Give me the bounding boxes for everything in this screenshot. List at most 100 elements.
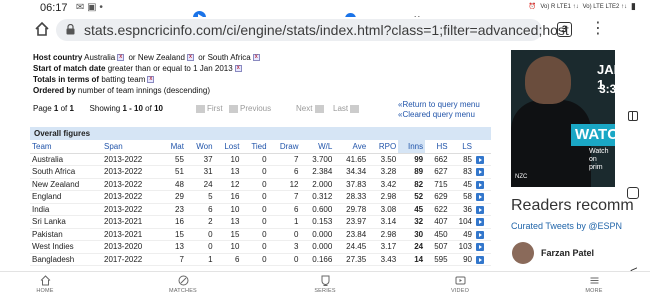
table-cell-team[interactable]: Bangladesh — [30, 253, 102, 266]
first-page-button[interactable]: First — [196, 104, 223, 113]
table-cell-team[interactable]: New Zealand — [30, 178, 102, 191]
table-cell-draw: 6 — [268, 165, 301, 179]
alarm-icon: ⏰ — [528, 4, 537, 10]
table-row: England 2013-2022 29 5 16 0 7 0.312 28.33 2.98 52 6… — [30, 190, 491, 204]
column-header-won[interactable]: Won — [185, 140, 215, 154]
row-detail-button[interactable] — [474, 203, 491, 216]
column-header-team[interactable]: Team — [30, 140, 102, 154]
table-cell-draw: 6 — [268, 203, 301, 216]
table-cell-team[interactable]: Pakistan — [30, 228, 102, 241]
cleared-query-link[interactable]: Cleared query menu — [398, 110, 480, 120]
criteria-row: Host country Australia x or New Zealand x … — [33, 53, 260, 62]
column-header-span[interactable]: Span — [102, 140, 162, 154]
return-to-query-link[interactable]: Return to query menu — [398, 100, 479, 110]
row-detail-button[interactable] — [474, 253, 491, 266]
row-detail-button[interactable] — [474, 240, 491, 254]
table-cell-hs: 407 — [425, 215, 450, 229]
tweet-author[interactable]: Farzan Patel — [541, 248, 594, 258]
readers-heading: Readers recomm — [511, 197, 634, 214]
ad-time: 3:3 — [599, 82, 615, 96]
table-cell-mat: 48 — [161, 178, 186, 191]
table-cell-rpo: 3.14 — [368, 215, 399, 229]
table-cell-mat: 55 — [161, 153, 186, 166]
column-header-mat[interactable]: Mat — [161, 140, 186, 154]
table-cell-hs: 715 — [425, 178, 450, 191]
row-detail-button[interactable] — [474, 178, 491, 191]
table-cell-won: 2 — [185, 215, 215, 229]
table-cell-rpo: 3.50 — [368, 153, 399, 166]
table-row: India 2013-2022 23 6 10 0 6 0.600 29.78 3.08 45 622… — [30, 203, 491, 216]
table-cell-span: 2013-2021 — [102, 215, 162, 229]
table-cell-ave: 27.35 — [334, 253, 369, 266]
remove-criteria-icon[interactable]: x — [252, 54, 260, 62]
nav-item-more[interactable]: MORE — [569, 275, 619, 294]
row-detail-button[interactable] — [474, 165, 491, 179]
table-row: South Africa 2013-2022 51 31 13 0 6 2.384 34.34 3… — [30, 165, 491, 179]
table-cell-team[interactable]: Sri Lanka — [30, 215, 102, 229]
series-icon — [321, 275, 329, 286]
table-cell-w-l: 0.000 — [300, 228, 335, 241]
remove-criteria-icon[interactable]: x — [186, 54, 194, 62]
column-header-ave[interactable]: Ave — [334, 140, 369, 154]
table-cell-mat: 15 — [161, 228, 186, 241]
tab-switcher-button[interactable]: 3 — [557, 22, 572, 37]
row-detail-button[interactable] — [474, 228, 491, 241]
previous-page-button[interactable]: Previous — [229, 104, 271, 113]
table-cell-inns: 24 — [398, 240, 426, 254]
table-cell-ave: 23.97 — [334, 215, 369, 229]
column-header-ls[interactable]: LS — [449, 140, 474, 154]
home-icon[interactable] — [34, 21, 50, 37]
table-cell-tied: 0 — [241, 203, 269, 216]
row-detail-button[interactable] — [474, 190, 491, 204]
row-detail-button[interactable] — [474, 215, 491, 229]
table-cell-won: 31 — [185, 165, 215, 179]
table-cell-ave: 23.84 — [334, 228, 369, 241]
table-cell-inns: 30 — [398, 228, 426, 241]
curated-tweets-link[interactable]: Curated Tweets by @ESPN — [511, 221, 622, 231]
column-header-rpo[interactable]: RPO — [368, 140, 399, 154]
table-cell-ave: 34.34 — [334, 165, 369, 179]
ad-prime-text: Watch on prim — [589, 148, 609, 171]
stats-table: Team Span Mat Won Lost Tied Draw W/L Ave RPO Inns H… — [30, 140, 491, 266]
advertisement[interactable]: JAN 1 3:3 WATC Watch on prim NZC — [511, 50, 615, 187]
column-header-tied[interactable]: Tied — [241, 140, 269, 154]
url-text: stats.espncricinfo.com/ci/engine/stats/i… — [84, 22, 569, 38]
table-cell-draw: 0 — [268, 253, 301, 266]
column-header-w-l[interactable]: W/L — [300, 140, 335, 154]
arrow-right-icon — [476, 168, 484, 177]
avatar[interactable] — [512, 242, 534, 264]
column-header-inns[interactable]: Inns — [398, 140, 426, 154]
next-page-button[interactable]: Next — [296, 104, 326, 113]
first-page-icon — [196, 104, 205, 113]
row-detail-button[interactable] — [474, 153, 491, 166]
table-cell-team[interactable]: Australia — [30, 153, 102, 166]
address-bar[interactable]: stats.espncricinfo.com/ci/engine/stats/i… — [56, 19, 569, 41]
table-cell-won: 37 — [185, 153, 215, 166]
arrow-right-icon — [476, 155, 484, 164]
remove-criteria-icon[interactable]: x — [117, 54, 125, 62]
table-cell-team[interactable]: India — [30, 203, 102, 216]
home-button-icon[interactable] — [627, 187, 639, 199]
table-cell-team[interactable]: West Indies — [30, 240, 102, 254]
column-header-lost[interactable]: Lost — [214, 140, 242, 154]
table-cell-team[interactable]: England — [30, 190, 102, 204]
nav-item-video[interactable]: VIDEO — [435, 275, 485, 294]
column-header-hs[interactable]: HS — [425, 140, 450, 154]
table-cell-rpo: 3.17 — [368, 240, 399, 254]
table-cell-lost: 13 — [214, 215, 242, 229]
overflow-menu-icon[interactable]: ⋮ — [590, 20, 606, 38]
nav-item-matches[interactable]: MATCHES — [158, 275, 208, 294]
back-icon[interactable]: < — [630, 263, 638, 271]
remove-criteria-icon[interactable]: x — [234, 65, 242, 73]
column-header-draw[interactable]: Draw — [268, 140, 301, 154]
table-cell-team[interactable]: South Africa — [30, 165, 102, 179]
table-cell-tied: 0 — [241, 215, 269, 229]
table-cell-lost: 10 — [214, 240, 242, 254]
table-cell-w-l: 0.153 — [300, 215, 335, 229]
nav-item-series[interactable]: SERIES — [300, 275, 350, 294]
table-row: Bangladesh 2017-2022 7 1 6 0 0 0.166 27.35 3.43 14… — [30, 253, 491, 266]
remove-criteria-icon[interactable]: x — [147, 76, 155, 84]
recent-apps-icon[interactable] — [628, 111, 638, 121]
nav-item-home[interactable]: HOME — [20, 275, 70, 294]
last-page-button[interactable]: Last — [333, 104, 361, 113]
